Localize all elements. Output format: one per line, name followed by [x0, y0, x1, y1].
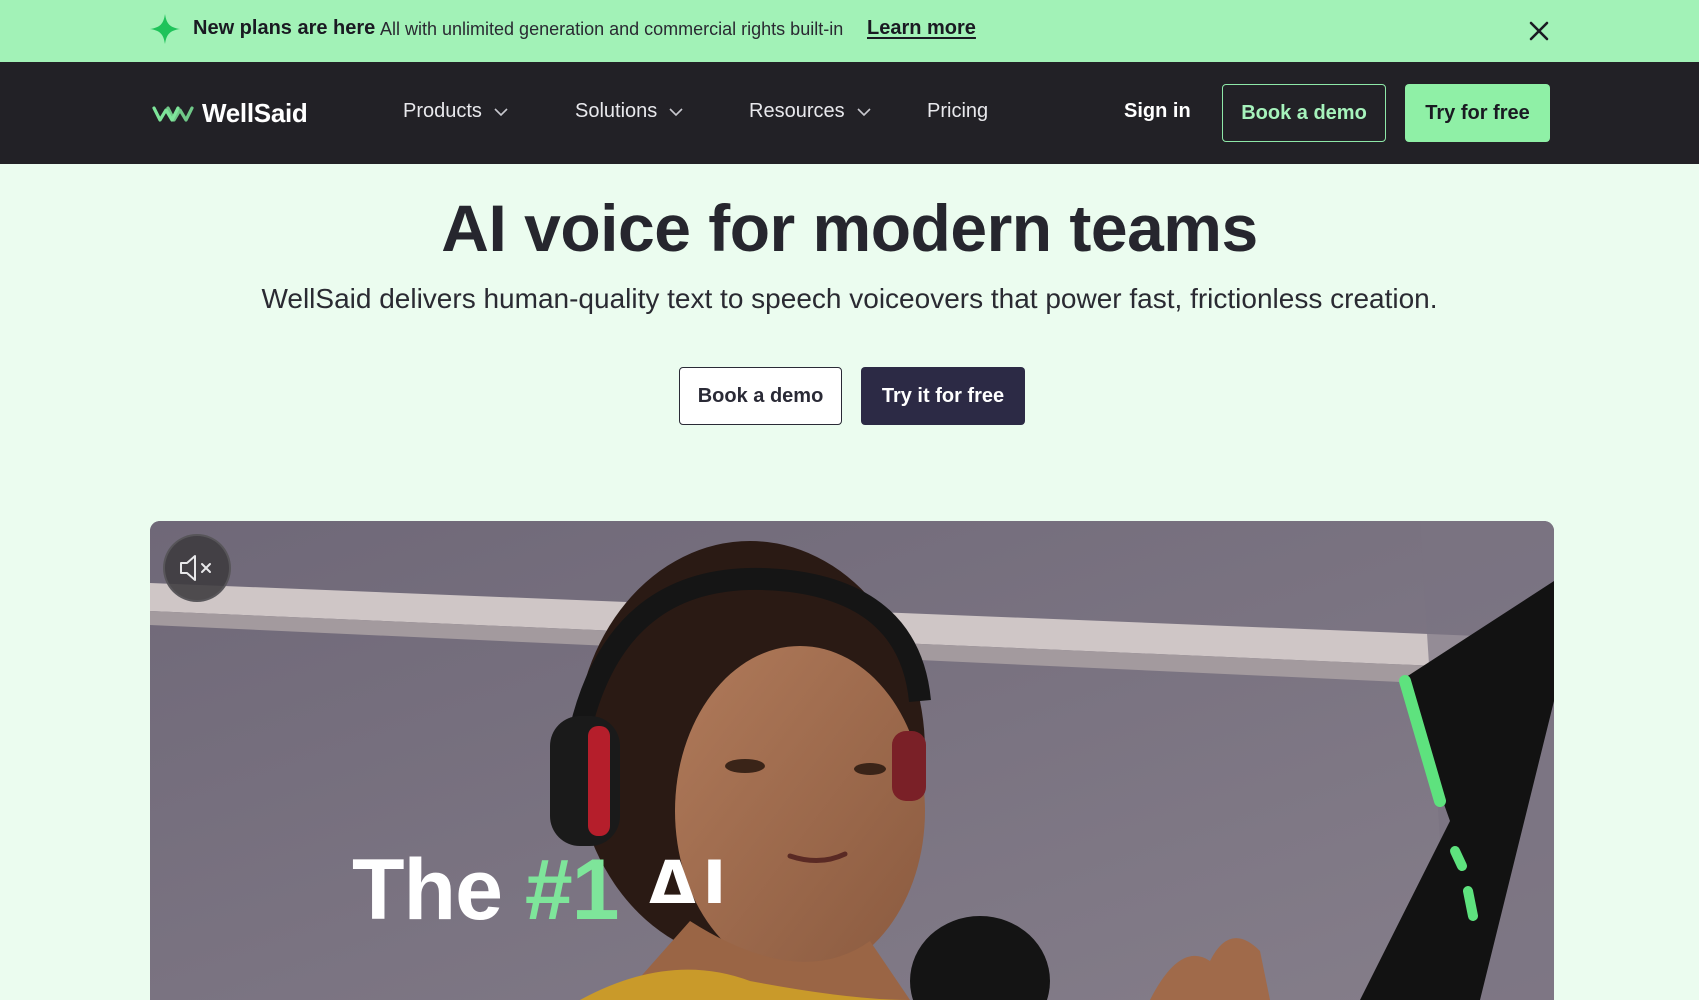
nav-products-label: Products [403, 100, 482, 122]
nav-resources[interactable]: Resources [749, 100, 871, 123]
overlay-rank: #1 [524, 842, 620, 938]
video-overlay-caption: The #1 AI [352, 841, 725, 940]
hero-title: AI voice for modern teams [441, 191, 1258, 265]
nav-pricing-label: Pricing [927, 100, 989, 122]
muted-speaker-icon [180, 555, 211, 581]
nav-solutions[interactable]: Solutions [575, 100, 683, 123]
hero-subtitle: WellSaid delivers human-quality text to … [261, 283, 1438, 314]
main-header: WellSaid Products Solutions Resources Pr… [0, 62, 1699, 164]
book-demo-button-hero[interactable]: Book a demo [679, 367, 842, 425]
overlay-tail: AI [641, 842, 726, 903]
nav-products[interactable]: Products [403, 100, 508, 123]
announcement-description: All with unlimited generation and commer… [380, 19, 844, 39]
book-demo-button-nav[interactable]: Book a demo [1222, 84, 1386, 142]
overlay-the: The [352, 842, 503, 938]
nav-resources-label: Resources [749, 100, 845, 122]
try-free-button-nav[interactable]: Try for free [1405, 84, 1550, 142]
sign-in-link[interactable]: Sign in [1124, 100, 1191, 123]
close-icon[interactable] [1524, 16, 1554, 46]
learn-more-link[interactable]: Learn more [867, 17, 976, 40]
nav-solutions-label: Solutions [575, 100, 658, 122]
try-free-button-hero[interactable]: Try it for free [861, 367, 1025, 425]
announcement-lead: New plans are here [193, 17, 376, 39]
hero-video[interactable]: The #1 AI [150, 521, 1554, 1000]
nav-pricing[interactable]: Pricing [927, 100, 988, 123]
wellsaid-logo-icon [152, 105, 194, 122]
chevron-down-icon [494, 107, 508, 116]
sparkle-icon [150, 14, 180, 44]
chevron-down-icon [669, 107, 683, 116]
chevron-down-icon [857, 107, 871, 116]
logo-text: WellSaid [202, 98, 308, 128]
wellsaid-logo[interactable]: WellSaid [152, 98, 308, 129]
mute-toggle-button[interactable] [163, 534, 231, 602]
announcement-bar: New plans are here All with unlimited ge… [0, 0, 1699, 62]
